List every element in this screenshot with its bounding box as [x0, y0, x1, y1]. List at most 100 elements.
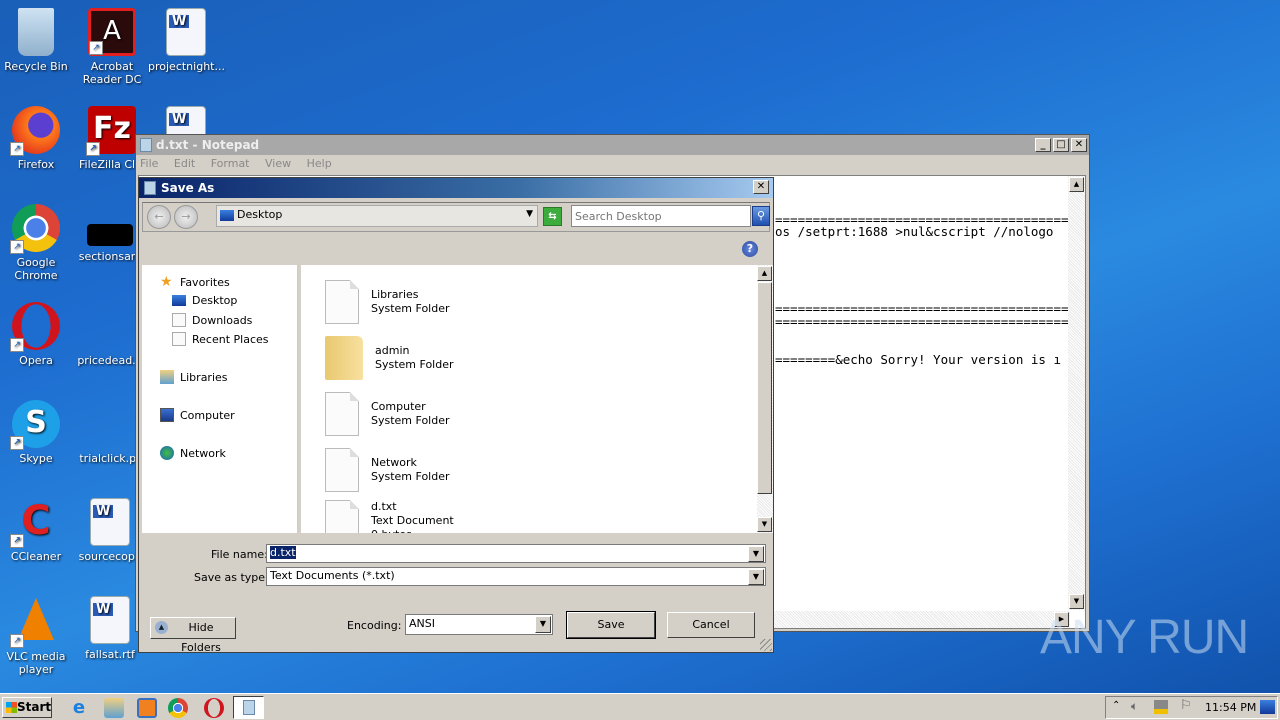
action-center-flag-icon[interactable]: ⚐ [1180, 698, 1192, 713]
scroll-up-arrow[interactable]: ▲ [757, 266, 772, 281]
start-button[interactable]: Start [2, 697, 52, 718]
file-icon [325, 448, 359, 492]
word-doc-icon: W [166, 8, 206, 56]
file-icon [86, 302, 134, 350]
desktop-icon-vlc[interactable]: ↗ VLC media player [0, 596, 74, 676]
file-name-label: File name: [211, 548, 268, 561]
save-as-dialog: Save As ✕ ← → Desktop ▼ ⇆ ⚲ ? ★Favorites… [138, 177, 774, 654]
cancel-button[interactable]: Cancel [667, 612, 755, 638]
notepad-menu-bar: File Edit Format View Help [136, 155, 1089, 173]
refresh-button[interactable]: ⇆ [543, 207, 562, 226]
desktop-icon-acrobat[interactable]: A ↗ Acrobat Reader DC [74, 8, 150, 86]
desktop-icon-ccleaner[interactable]: C ↗ CCleaner [0, 498, 74, 563]
firefox-icon: ↗ [10, 106, 60, 156]
notepad-text: ========================================… [775, 211, 1084, 368]
scroll-down-arrow[interactable]: ▼ [1069, 594, 1084, 609]
opera-icon: ↗ [10, 302, 60, 352]
chrome-icon: ↗ [10, 204, 60, 254]
folder-icon [325, 336, 363, 380]
menu-file[interactable]: File [140, 157, 158, 170]
notepad-title-bar[interactable]: d.txt - Notepad _ □ ✕ [136, 135, 1089, 155]
minimize-button[interactable]: _ [1035, 138, 1051, 152]
search-input[interactable] [571, 205, 751, 227]
anyrun-watermark: ANY RUN [1040, 611, 1249, 664]
file-list-scrollbar[interactable]: ▲ ▼ [757, 265, 773, 533]
file-icon [325, 392, 359, 436]
explorer-icon[interactable] [104, 698, 124, 718]
network-warning-icon[interactable] [1154, 700, 1168, 714]
search-button[interactable]: ⚲ [752, 206, 770, 226]
chevron-down-icon[interactable]: ▼ [535, 616, 551, 633]
file-item-libraries[interactable]: Libraries System Folder [325, 276, 450, 328]
volume-icon[interactable]: 🔈︎ [1131, 699, 1138, 714]
notepad-vertical-scrollbar[interactable]: ▲ ▼ [1068, 176, 1085, 610]
file-item-computer[interactable]: Computer System Folder [325, 388, 450, 440]
close-button[interactable]: ✕ [1071, 138, 1087, 152]
star-icon: ★ [160, 274, 173, 290]
nav-downloads[interactable]: Downloads [172, 313, 252, 327]
file-icon [172, 313, 186, 327]
chevron-down-icon[interactable]: ▼ [748, 546, 764, 562]
scroll-down-arrow[interactable]: ▼ [757, 517, 772, 532]
desktop-icon-chrome[interactable]: ↗ Google Chrome [0, 204, 74, 282]
show-desktop-button[interactable] [1260, 700, 1275, 714]
clock[interactable]: 11:54 PM [1205, 701, 1256, 714]
nav-network[interactable]: Network [160, 446, 226, 460]
text-file-icon [325, 500, 359, 533]
network-icon [160, 446, 174, 460]
opera-taskbar-icon[interactable] [204, 698, 224, 718]
file-item-d-txt[interactable]: d.txtText Document0 bytes [325, 500, 454, 533]
media-player-icon[interactable] [137, 698, 157, 718]
windows-logo-icon [6, 702, 17, 713]
dialog-title-bar[interactable]: Save As ✕ [139, 178, 773, 198]
dialog-close-button[interactable]: ✕ [753, 180, 769, 194]
back-button[interactable]: ← [147, 205, 171, 229]
maximize-button[interactable]: □ [1053, 138, 1069, 152]
file-name-input[interactable]: d.txt ▼ [266, 544, 766, 563]
scroll-thumb[interactable] [757, 282, 772, 494]
desktop-icon-recycle-bin[interactable]: Recycle Bin [0, 8, 74, 73]
ccleaner-icon: C ↗ [10, 498, 60, 548]
file-item-network[interactable]: Network System Folder [325, 444, 450, 496]
nav-desktop[interactable]: Desktop [172, 294, 237, 307]
save-button[interactable]: Save [566, 611, 656, 639]
chevron-up-icon: ▲ [155, 621, 168, 634]
nav-libraries[interactable]: Libraries [160, 370, 228, 384]
hide-folders-button[interactable]: ▲ Hide Folders [150, 617, 236, 654]
desktop-icon-projectnight[interactable]: W projectnight... [148, 8, 225, 73]
scroll-up-arrow[interactable]: ▲ [1069, 177, 1084, 192]
resize-grip[interactable] [760, 639, 772, 651]
menu-help[interactable]: Help [307, 157, 332, 170]
nav-favorites[interactable]: ★ Favorites [160, 275, 230, 289]
show-hidden-icons-button[interactable]: ⌃ [1112, 700, 1120, 711]
file-item-admin[interactable]: admin System Folder [325, 332, 454, 384]
encoding-label: Encoding: [347, 619, 402, 632]
ie-icon[interactable]: e [69, 698, 89, 718]
notepad-icon [140, 138, 152, 152]
libraries-icon [160, 370, 174, 384]
save-type-label: Save as type: [194, 571, 269, 584]
nav-computer[interactable]: Computer [160, 408, 235, 422]
acrobat-icon: A ↗ [88, 8, 136, 56]
notepad-icon [144, 181, 156, 195]
filezilla-icon: Fz ↗ [86, 106, 136, 156]
desktop-icon-firefox[interactable]: ↗ Firefox [0, 106, 74, 171]
nav-recent-places[interactable]: Recent Places [172, 332, 269, 346]
desktop-icon-opera[interactable]: ↗ Opera [0, 302, 74, 367]
menu-format[interactable]: Format [211, 157, 250, 170]
notepad-taskbar-button[interactable] [233, 696, 264, 719]
file-icon [87, 224, 133, 246]
help-icon[interactable]: ? [742, 241, 758, 257]
location-dropdown[interactable]: Desktop ▼ [216, 205, 538, 227]
word-doc-icon: W [90, 498, 130, 546]
forward-button[interactable]: → [174, 205, 198, 229]
chevron-down-icon: ▼ [526, 209, 533, 219]
chevron-down-icon[interactable]: ▼ [748, 569, 764, 585]
chrome-taskbar-icon[interactable] [168, 698, 188, 718]
save-type-dropdown[interactable]: Text Documents (*.txt) ▼ [266, 567, 766, 586]
notepad-title: d.txt - Notepad [156, 138, 260, 152]
encoding-dropdown[interactable]: ANSI ▼ [405, 614, 553, 635]
menu-view[interactable]: View [265, 157, 291, 170]
desktop-icon-skype[interactable]: S ↗ Skype [0, 400, 74, 465]
menu-edit[interactable]: Edit [174, 157, 195, 170]
